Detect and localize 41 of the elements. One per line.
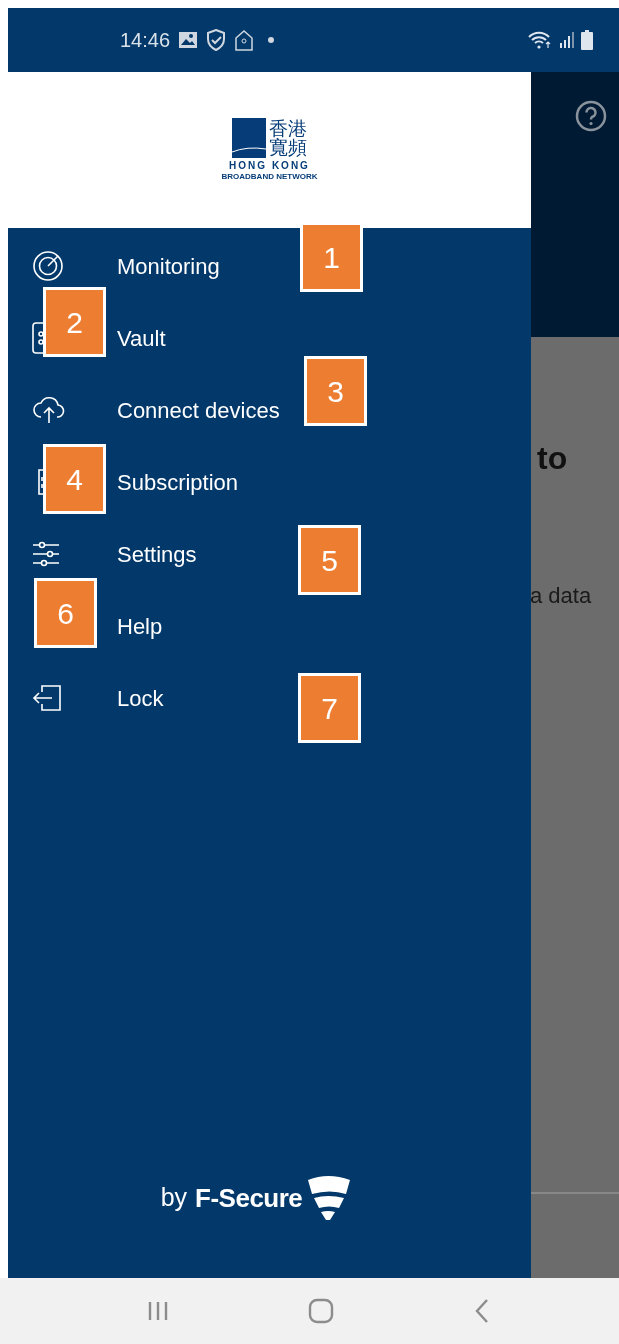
number-callout: 6 (34, 578, 97, 648)
number-callout: 2 (43, 287, 106, 357)
menu-item[interactable]: Vault (117, 321, 166, 355)
logo-square-icon (232, 118, 266, 158)
body-text: a data (530, 582, 592, 610)
dot-icon (268, 37, 275, 43)
menu-item[interactable]: Lock (117, 681, 164, 715)
logo-tagline-text: BROADBAND NETWORK (221, 172, 318, 182)
image-icon (178, 31, 199, 49)
number-callout: 1 (300, 222, 363, 292)
logo-chinese-text: 寬頻 (269, 138, 307, 157)
number-callout: 3 (304, 356, 367, 426)
menu-item[interactable]: Help (117, 609, 163, 643)
safe-icon (32, 322, 44, 354)
number-callout: 4 (43, 444, 106, 514)
exit-icon (32, 684, 62, 712)
home-button-icon[interactable] (308, 1298, 334, 1324)
signal-icon (559, 31, 575, 49)
cloud-upload-icon (32, 395, 66, 425)
shield-check-icon (206, 29, 227, 51)
number-callout: 5 (298, 525, 361, 595)
document-icon (38, 469, 46, 495)
menu-item[interactable]: Subscription (117, 465, 239, 499)
radar-icon (32, 250, 64, 282)
footer-brand-text: F-Secure (195, 1181, 303, 1215)
help-icon[interactable] (575, 100, 607, 132)
logo-chinese-text: 香港 (269, 119, 307, 138)
home-icon (234, 29, 255, 51)
heading-text: to (537, 439, 568, 478)
recent-apps-icon[interactable] (147, 1300, 169, 1322)
logo-name-text: HONG KONG (229, 160, 310, 172)
back-icon[interactable] (474, 1298, 490, 1324)
footer-by-text: by (160, 1182, 188, 1214)
menu-item[interactable]: Connect devices (117, 393, 280, 427)
battery-icon (581, 30, 593, 50)
number-callout: 7 (298, 673, 361, 743)
sliders-icon (32, 541, 60, 567)
menu-item[interactable]: Settings (117, 537, 197, 571)
wifi-icon (527, 31, 553, 49)
menu-item[interactable]: Monitoring (117, 249, 220, 283)
status-time: 14:46 (120, 28, 171, 53)
